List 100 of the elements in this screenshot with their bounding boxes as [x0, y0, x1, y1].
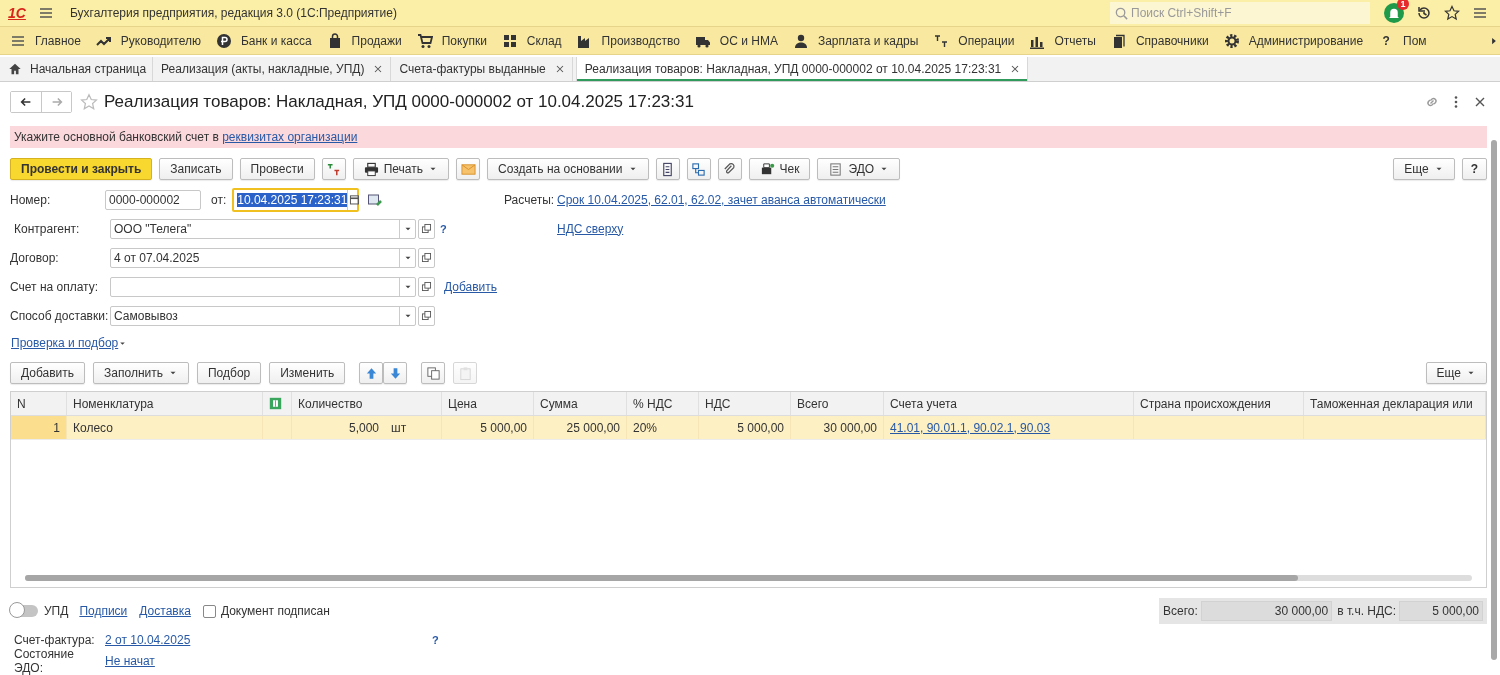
number-field[interactable]: 0000-000002 [105, 189, 201, 210]
footer-link[interactable]: Подписи [79, 604, 128, 618]
section-link[interactable]: Производство [576, 32, 680, 49]
field-label: Счет-фактура: [13, 633, 96, 647]
accounts-link[interactable]: 41.01, 90.01.1, 90.02.1, 90.03 [890, 420, 1051, 435]
warning-message: Укажите основной банковский счет в реквизитах организации [14, 130, 358, 144]
table-cell: 5 000,00 [442, 416, 534, 439]
star-icon[interactable] [1444, 5, 1460, 21]
contract-field[interactable]: 4 от 07.04.2025 [110, 247, 416, 268]
column-header[interactable]: Количество [292, 392, 442, 415]
envelope-icon [460, 161, 476, 177]
column-header[interactable]: Номенклатура [67, 392, 263, 415]
date-field[interactable]: 10.04.2025 17:23:31 [232, 187, 360, 212]
icon-button[interactable] [686, 158, 711, 180]
toolbar-button[interactable]: Записать [159, 158, 233, 180]
menu-icon[interactable] [37, 5, 54, 21]
toolbar-button[interactable]: Печать [352, 158, 449, 180]
menu-icon[interactable] [1472, 5, 1488, 21]
table-button[interactable]: Подбор [196, 362, 262, 384]
field-label: Способ доставки: [10, 308, 110, 323]
open-button[interactable] [418, 218, 435, 239]
column-header[interactable]: % НДС [627, 392, 699, 415]
star-icon[interactable] [80, 93, 98, 111]
column-header[interactable]: Страна происхождения [1134, 392, 1304, 415]
open-button[interactable] [418, 247, 435, 268]
section-link[interactable]: Склад [501, 32, 562, 49]
window-title: Бухгалтерия предприятия, редакция 3.0 (1С:Предприятие) [69, 6, 397, 20]
toolbar-button[interactable]: Чек [748, 158, 811, 180]
edo-status-link[interactable]: Не начат [105, 654, 155, 668]
column-header[interactable]: Таможенная декларация или [1304, 392, 1486, 415]
notification-badge: 1 [1397, 0, 1409, 10]
column-header[interactable]: Сумма [534, 392, 627, 415]
more-button[interactable]: Еще [1393, 158, 1455, 180]
document-edit-icon[interactable] [367, 191, 384, 208]
more-button[interactable]: Еще [1425, 362, 1487, 384]
icon-button[interactable] [383, 362, 408, 384]
section-link[interactable]: Покупки [416, 32, 487, 49]
tab[interactable]: Реализация (акты, накладные, УПД) [153, 57, 392, 81]
section-link[interactable]: Банк и касса [215, 32, 312, 49]
section-link[interactable]: Зарплата и кадры [792, 32, 919, 49]
help-link[interactable]: ? [440, 222, 447, 235]
column-header[interactable]: N [11, 392, 67, 415]
table-cell-text: шт [390, 420, 407, 435]
help-icon: ? [1378, 33, 1395, 48]
column-header[interactable]: НДС [699, 392, 791, 415]
table-button[interactable]: Добавить [10, 362, 86, 384]
footer-link[interactable]: Доставка [139, 604, 191, 618]
bell-icon[interactable] [1384, 3, 1404, 23]
counterparty-field[interactable]: ООО "Телега" [110, 218, 416, 239]
history-icon[interactable] [1416, 5, 1432, 21]
open-icon [420, 309, 433, 322]
search-field[interactable]: Поиск Ctrl+Shift+F [1110, 2, 1370, 24]
toolbar-button[interactable]: Провести [239, 158, 315, 180]
check-link[interactable]: Проверка и подбор [11, 336, 128, 350]
table-button[interactable]: Изменить [269, 362, 346, 384]
settings-icon [1223, 32, 1240, 49]
delivery-field[interactable]: Самовывоз [110, 305, 416, 326]
vat-link[interactable]: НДС сверху [557, 221, 624, 236]
field-label: от: [211, 192, 227, 207]
section-link[interactable]: Справочники [1110, 32, 1209, 49]
tab[interactable]: Счета-фактуры выданные [391, 57, 573, 81]
column-header[interactable]: Всего [791, 392, 884, 415]
tab[interactable]: Реализация товаров: Накладная, УПД 0000-000002 от 10.04.2025 17:23:31 [575, 57, 1029, 81]
section-link[interactable]: Администрирование [1223, 32, 1364, 49]
table-row[interactable]: 1 Колесо 5,000 шт 5 000,00 25 000,00 20% 5 000,00 30 000,00 41.01, 90.01.1, 90.02.1, 90.03 [11, 416, 1486, 440]
signed-checkbox[interactable] [202, 604, 216, 618]
section-link[interactable]: ОС и НМА [694, 32, 778, 49]
upd-toggle[interactable] [10, 605, 38, 617]
invoice-link[interactable]: 2 от 10.04.2025 [105, 633, 432, 647]
organization-details-link[interactable]: реквизитах организации [222, 130, 358, 144]
toolbar-button[interactable]: Создать на основании [487, 158, 649, 180]
help-link[interactable]: ? [432, 634, 439, 646]
open-button[interactable] [418, 305, 435, 326]
icon-button[interactable] [717, 158, 742, 180]
column-header[interactable]: Счета учета [884, 392, 1134, 415]
toggle-label: УПД [44, 604, 69, 618]
icon-button[interactable] [359, 362, 384, 384]
settlements-link[interactable]: Срок 10.04.2025, 62.01, 62.02, зачет аванса автоматически [557, 192, 886, 207]
tab[interactable]: Начальная страница [0, 57, 154, 81]
add-link[interactable]: Добавить [444, 279, 498, 294]
invoice-field[interactable] [110, 276, 416, 297]
table-button[interactable]: Заполнить [93, 362, 189, 384]
section-link[interactable]: Операции [933, 32, 1015, 49]
back-arrow-icon [19, 95, 33, 109]
section-link[interactable]: Продажи [326, 32, 402, 49]
icon-button[interactable] [655, 158, 680, 180]
field-label: Номер: [10, 192, 52, 207]
section-link[interactable]: ? Пом [1378, 33, 1427, 48]
toolbar-button[interactable]: ЭДО [817, 158, 901, 180]
section-link[interactable]: Главное [10, 32, 81, 49]
icon-button[interactable] [421, 362, 446, 384]
section-link[interactable]: Отчеты [1029, 32, 1096, 49]
open-button[interactable] [418, 276, 435, 297]
column-header[interactable]: Цена [442, 392, 534, 415]
icon-button[interactable] [321, 158, 346, 180]
section-link[interactable]: Руководителю [95, 32, 201, 49]
help-button[interactable]: ? [1461, 158, 1487, 180]
ledger-icon [326, 161, 342, 177]
post-and-close-button[interactable]: Провести и закрыть [10, 158, 153, 180]
total-label: Всего: [1163, 604, 1199, 618]
